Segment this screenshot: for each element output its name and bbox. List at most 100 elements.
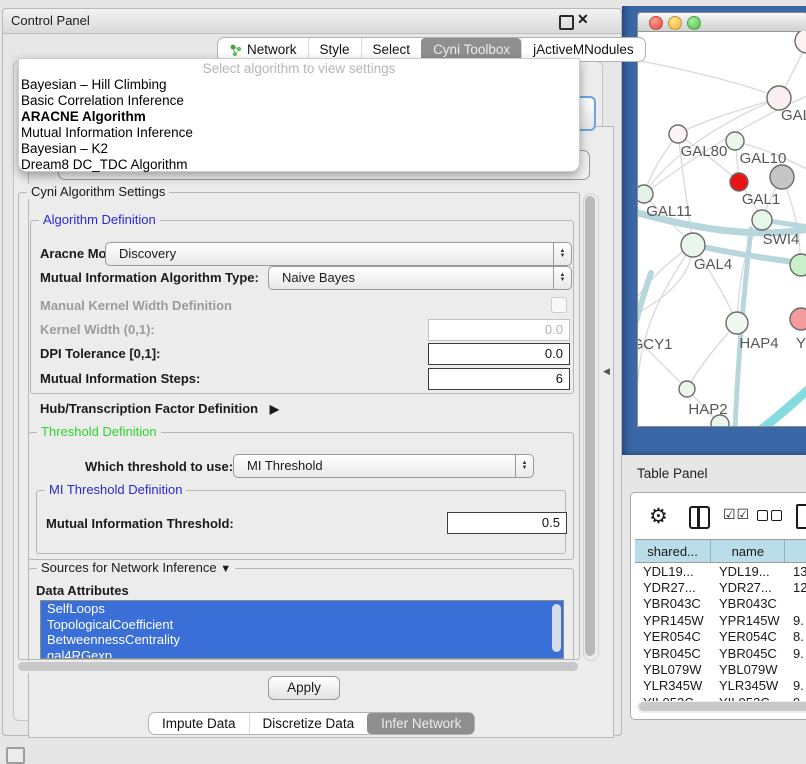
mi-threshold-field[interactable]: 0.5 xyxy=(447,512,567,534)
node-label: GAL1 xyxy=(742,191,780,208)
hub-definition-expander[interactable]: Hub/Transcription Factor Definition ▶ xyxy=(40,401,279,416)
cyni-algorithm-settings-title: Cyni Algorithm Settings xyxy=(27,184,169,199)
column-layout-icon[interactable] xyxy=(689,506,710,529)
minimize-traffic-light[interactable] xyxy=(668,16,682,30)
float-window-icon[interactable] xyxy=(559,15,574,30)
network-node-gal11[interactable] xyxy=(638,185,653,203)
network-node[interactable] xyxy=(770,165,794,189)
kernel-width-field[interactable]: 0.0 xyxy=(428,319,570,341)
table-row[interactable]: YBR043CYBR043C xyxy=(635,596,806,612)
list-scrollbar[interactable] xyxy=(552,604,561,652)
attribute-list-item[interactable]: TopologicalCoefficient xyxy=(41,617,563,633)
table-cell: YDR27... xyxy=(635,580,711,595)
tab-label: Cyni Toolbox xyxy=(433,42,510,57)
settings-vertical-scrollbar[interactable] xyxy=(583,193,599,661)
network-node-gal4[interactable] xyxy=(681,233,705,257)
scrollbar-thumb[interactable] xyxy=(585,196,595,656)
bottom-tab-impute-data[interactable]: Impute Data xyxy=(149,713,249,734)
table-row[interactable]: YDR27...YDR27...12 xyxy=(635,579,806,595)
select-all-checkboxes-icon[interactable]: ☑☑ xyxy=(723,506,750,523)
combo-stepper-icon[interactable]: ▲▼ xyxy=(553,267,571,289)
bottom-tab-bar: Impute DataDiscretize DataInfer Network xyxy=(148,712,475,735)
attribute-list-item[interactable]: BetweennessCentrality xyxy=(41,632,563,648)
network-canvas[interactable]: GALGAL80GAL10GAL1GAL11SWI4GAL4GCY1HAP4YH… xyxy=(638,31,806,426)
network-node-y[interactable] xyxy=(790,308,806,330)
network-node[interactable] xyxy=(795,31,806,53)
data-attributes-list[interactable]: SelfLoopsTopologicalCoefficientBetweenne… xyxy=(40,600,564,659)
dpi-tolerance-field[interactable]: 0.0 xyxy=(428,343,570,365)
mi-steps-field[interactable]: 6 xyxy=(428,368,570,390)
table-cell: 13 xyxy=(785,564,806,579)
gear-icon[interactable]: ⚙ xyxy=(649,504,668,529)
algorithm-placeholder: Select algorithm to view settings xyxy=(19,59,579,77)
table-cell: YER054C xyxy=(635,629,711,644)
settings-horizontal-scrollbar[interactable] xyxy=(16,661,596,673)
which-threshold-combo[interactable]: MI Threshold ▲▼ xyxy=(233,454,534,478)
column-header-name[interactable]: name xyxy=(711,540,785,562)
algorithm-option[interactable]: Bayesian – Hill Climbing xyxy=(19,77,579,93)
table-row[interactable]: YDL19...YDL19...13 xyxy=(635,563,806,579)
mi-type-combo[interactable]: Naive Bayes ▲▼ xyxy=(268,266,572,290)
network-node-hap2[interactable] xyxy=(679,381,695,397)
mi-type-value: Naive Bayes xyxy=(282,270,355,285)
scrollbar-thumb[interactable] xyxy=(639,702,806,711)
network-node[interactable] xyxy=(711,415,729,426)
mi-threshold-group-title: MI Threshold Definition xyxy=(45,482,186,497)
network-node-gal10[interactable] xyxy=(726,132,744,150)
node-label: Y xyxy=(796,335,806,352)
network-node-gal1[interactable] xyxy=(730,173,748,191)
table-horizontal-scrollbar[interactable] xyxy=(637,701,806,713)
close-traffic-light[interactable] xyxy=(649,16,663,30)
attribute-list-item[interactable]: gal4RGexp xyxy=(41,648,563,660)
table-row[interactable]: YLR345WYLR345W9. xyxy=(635,678,806,694)
splitter-collapse-icon[interactable]: ◀ xyxy=(603,366,610,377)
close-icon[interactable]: ✕ xyxy=(577,11,589,28)
table-row[interactable]: YBL079WYBL079W xyxy=(635,661,806,677)
apply-button[interactable]: Apply xyxy=(268,676,340,700)
network-node-hap4[interactable] xyxy=(726,312,748,334)
bottom-tab-infer-network[interactable]: Infer Network xyxy=(367,713,474,734)
deselect-checkboxes-icon[interactable] xyxy=(757,509,785,524)
network-node-gal80[interactable] xyxy=(669,125,687,143)
combo-stepper-icon[interactable]: ▲▼ xyxy=(553,243,571,265)
algorithm-option[interactable]: Basic Correlation Inference xyxy=(19,93,579,109)
combo-stepper-icon[interactable]: ▲▼ xyxy=(515,455,533,477)
expander-right-icon[interactable]: ▶ xyxy=(270,402,279,416)
bottom-tab-discretize-data[interactable]: Discretize Data xyxy=(249,713,368,734)
network-view-window[interactable]: GALGAL80GAL10GAL1GAL11SWI4GAL4GCY1HAP4YH… xyxy=(637,12,806,427)
network-node[interactable] xyxy=(790,254,806,276)
aracne-mode-combo[interactable]: Discovery ▲▼ xyxy=(105,242,572,266)
algorithm-option[interactable]: Bayesian – K2 xyxy=(19,141,579,157)
table-row[interactable]: YBR045CYBR045C9. xyxy=(635,645,806,661)
tab-label: Style xyxy=(320,42,350,57)
table-toolbar: ⚙ ☑☑ xyxy=(631,493,806,539)
table-panel-window: ⚙ ☑☑ shared...nameA YDL19...YDL19...13YD… xyxy=(630,492,806,720)
attribute-list-item[interactable]: SelfLoops xyxy=(41,601,563,617)
data-attributes-label: Data Attributes xyxy=(36,583,129,598)
table-cell: YDL19... xyxy=(635,564,711,579)
node-label: GAL10 xyxy=(740,150,787,167)
hub-definition-label: Hub/Transcription Factor Definition xyxy=(40,401,258,416)
manual-kernel-checkbox[interactable] xyxy=(551,297,567,313)
table-cell: YBR043C xyxy=(711,596,785,611)
sources-title-text: Sources for Network Inference xyxy=(41,560,217,575)
column-header-shared[interactable]: shared... xyxy=(635,540,711,562)
algorithm-option[interactable]: Dream8 DC_TDC Algorithm xyxy=(19,157,579,173)
table-cell: YDL19... xyxy=(711,564,785,579)
table-row[interactable]: YER054CYER054C8. xyxy=(635,629,806,645)
control-panel-titlebar: Control Panel ✕ xyxy=(3,9,621,34)
zoom-traffic-light[interactable] xyxy=(687,16,701,30)
collapse-down-icon[interactable]: ▼ xyxy=(220,563,231,575)
table-row[interactable]: YPR145WYPR145W9. xyxy=(635,612,806,628)
node-label: GAL11 xyxy=(646,203,692,220)
network-node-swi4[interactable] xyxy=(752,210,772,230)
scrollbar-thumb[interactable] xyxy=(18,662,578,671)
dock-panel-icon[interactable] xyxy=(6,747,25,764)
network-cyan-edge xyxy=(755,389,806,426)
column-header-A[interactable]: A xyxy=(785,540,806,562)
table-header-row: shared...nameA xyxy=(635,539,806,563)
algorithm-option[interactable]: Mutual Information Inference xyxy=(19,125,579,141)
table-cell: YER054C xyxy=(711,629,785,644)
algorithm-option[interactable]: ARACNE Algorithm xyxy=(19,109,579,125)
table-document-icon[interactable] xyxy=(796,504,806,529)
